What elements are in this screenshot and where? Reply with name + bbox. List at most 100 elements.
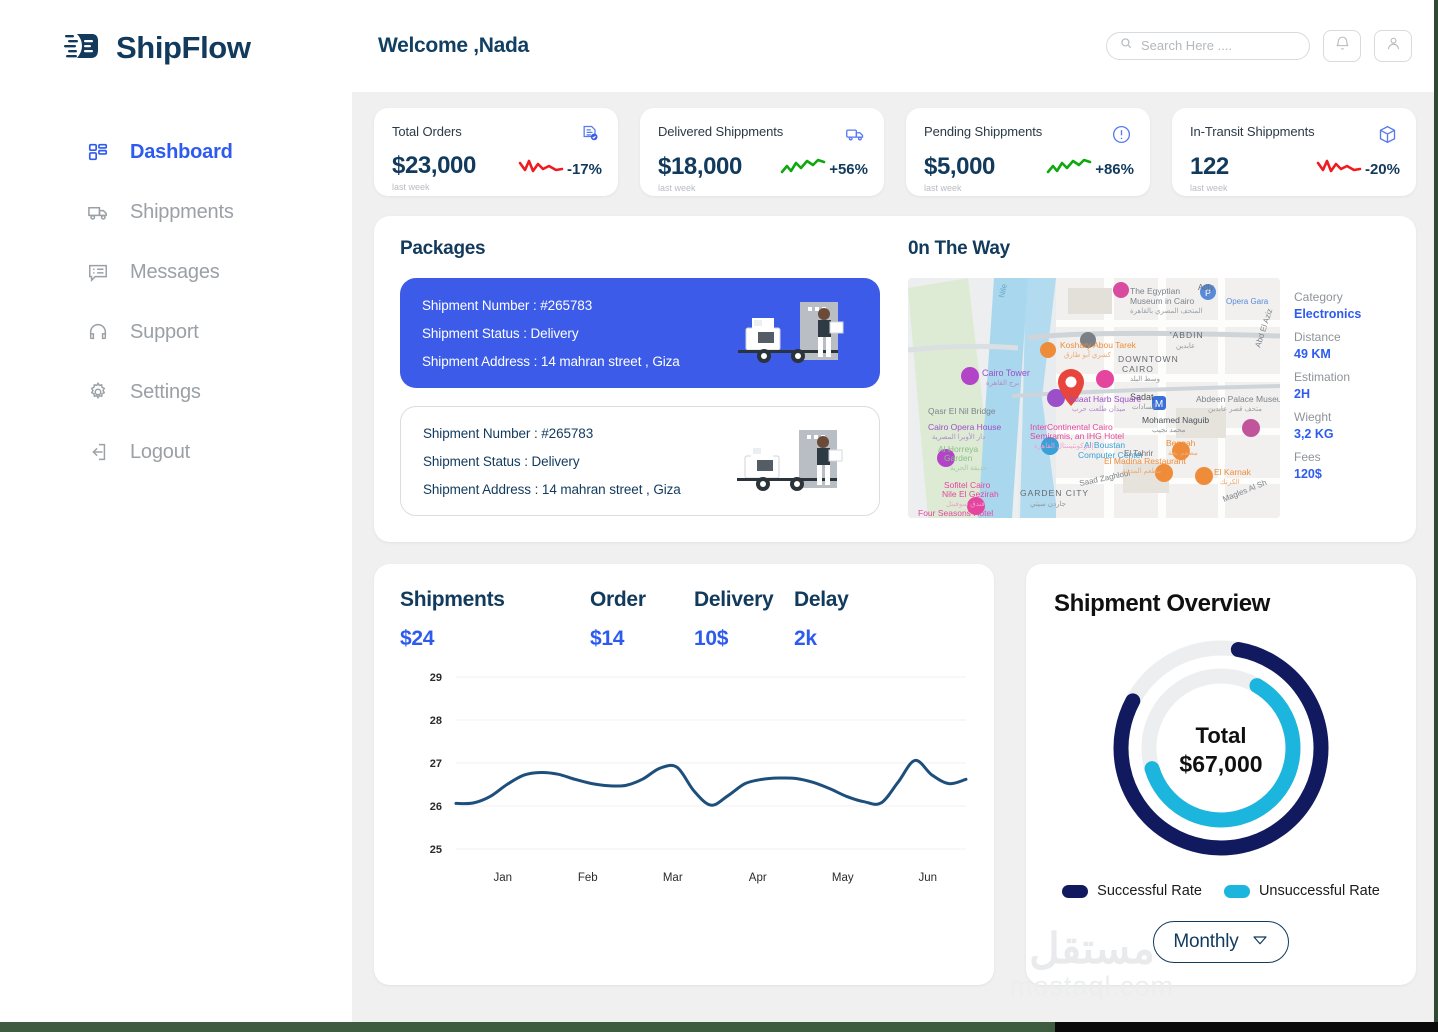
on-the-way-section: 0n The Way [880,238,1390,518]
on-the-way-title: 0n The Way [908,238,1390,260]
svg-text:الكرنك: الكرنك [1220,478,1240,486]
stat-title: Delivered Shippments [658,124,783,139]
bottom-row: Shipments $24 Order $14 Delivery 10$ D [374,564,1416,985]
svg-text:'ABDIN: 'ABDIN [1170,330,1204,340]
period-selected-value: Monthly [1173,931,1238,953]
svg-text:Opera Gara: Opera Gara [1226,297,1269,306]
stat-card-total-orders: Total Orders $23,000 last week [374,108,618,196]
sidebar-nav: Dashboard Shippments [0,122,352,482]
period-dropdown[interactable]: Monthly [1153,921,1289,963]
svg-text:Garden: Garden [944,453,973,463]
packages-title: Packages [400,238,880,260]
grid-icon [86,140,110,164]
svg-text:Mar: Mar [663,872,683,884]
window-right-edge [1434,0,1438,1022]
svg-text:GARDEN CITY: GARDEN CITY [1020,488,1089,498]
brand[interactable]: ShipFlow [0,0,352,68]
svg-text:برج القاهرة: برج القاهرة [986,379,1019,387]
stat-delta: +56% [780,157,868,182]
svg-text:السادات: السادات [1132,403,1156,411]
overview-title: Shipment Overview [1054,590,1270,618]
legend-label: Successful Rate [1097,883,1202,899]
stat-delta-value: +56% [829,161,868,178]
sidebar-item-dashboard[interactable]: Dashboard [0,122,352,182]
legend-swatch [1062,885,1088,898]
sidebar-item-messages[interactable]: Messages [0,242,352,302]
svg-text:Nile El Gezirah: Nile El Gezirah [942,489,999,499]
donut-center-labels: Total $67,000 [1105,632,1337,869]
trend-up-icon [1046,157,1092,182]
svg-text:Adly: Adly [1198,283,1214,292]
sidebar-item-label: Support [130,321,199,344]
package-address: Shipment Address : 14 mahran street , Gi… [422,354,738,369]
app-root: ShipFlow Dashboard [0,0,1438,1032]
notifications-button[interactable] [1323,30,1361,62]
gear-icon [86,380,110,404]
summary-value: 2k [794,627,874,651]
svg-text:28: 28 [430,715,442,727]
sidebar: ShipFlow Dashboard [0,0,352,1032]
package-status: Shipment Status : Delivery [423,454,737,469]
topbar: Welcome ,Nada [352,0,1438,92]
document-check-icon [580,124,600,149]
svg-text:El Karnak: El Karnak [1214,467,1252,477]
sidebar-item-logout[interactable]: Logout [0,422,352,482]
shipment-details-list: Category Electronics Distance 49 KM Esti… [1294,278,1390,518]
user-icon [1385,35,1402,57]
detail-key: Distance [1294,330,1390,344]
svg-text:Mohamed Naguib: Mohamed Naguib [1142,415,1209,425]
alert-circle-icon [1111,124,1132,150]
search-icon [1119,36,1133,55]
trend-down-icon [1316,157,1362,182]
stat-title: In-Transit Shippments [1190,124,1315,139]
summary-label: Order [590,588,694,612]
svg-text:المتحف المصري بالقاهرة: المتحف المصري بالقاهرة [1130,307,1203,315]
main-area: Welcome ,Nada [352,0,1438,1032]
detail-key: Estimation [1294,370,1390,384]
chart-summary: Shipments $24 Order $14 Delivery 10$ D [400,588,976,651]
chat-list-icon [86,260,110,284]
dashboard-content: Total Orders $23,000 last week [352,92,1438,985]
package-address: Shipment Address : 14 mahran street , Gi… [423,482,737,497]
svg-text:ميدان طلعت حرب: ميدان طلعت حرب [1072,405,1126,413]
trend-down-icon [518,157,564,182]
logout-icon [86,440,110,464]
stat-subtitle: last week [392,182,600,192]
svg-text:CAIRO: CAIRO [1122,364,1154,374]
summary-value: 10$ [694,627,794,651]
search-input[interactable] [1141,38,1297,53]
summary-label: Delay [794,588,874,612]
shipments-chart-panel: Shipments $24 Order $14 Delivery 10$ D [374,564,994,985]
svg-text:حديقة الحرية: حديقة الحرية [950,464,987,472]
detail-value: 2H [1294,387,1390,401]
sidebar-item-settings[interactable]: Settings [0,362,352,422]
packages-ontheway-panel: Packages Shipment Number : #265783 Shipm… [374,216,1416,542]
package-card[interactable]: Shipment Number : #265783 Shipment Statu… [400,278,880,388]
package-card[interactable]: Shipment Number : #265783 Shipment Statu… [400,406,880,516]
line-chart: 2526272829JanFebMarAprMayJun [400,667,976,904]
sidebar-item-shippments[interactable]: Shippments [0,182,352,242]
detail-key: Category [1294,290,1390,304]
svg-text:مطعم المدينة: مطعم المدينة [1122,467,1161,475]
shipment-overview-panel: Shipment Overview Total $67,000 Successf… [1026,564,1416,985]
svg-text:25: 25 [430,844,442,856]
stat-card-delivered-shippments: Delivered Shippments $18,000 last week [640,108,884,196]
summary-value: $14 [590,627,694,651]
stat-title: Total Orders [392,124,462,139]
package-status: Shipment Status : Delivery [422,326,738,341]
stat-delta: -20% [1316,157,1400,182]
legend-item-unsuccessful: Unsuccessful Rate [1224,883,1380,899]
sidebar-item-label: Settings [130,381,201,404]
svg-text:29: 29 [430,672,442,684]
route-map[interactable]: P [908,278,1280,518]
svg-text:Four Seasons Hotel: Four Seasons Hotel [918,508,993,518]
donut-chart: Total $67,000 [1105,632,1337,869]
stat-card-pending-shippments: Pending Shippments $5,000 last week [906,108,1150,196]
legend-label: Unsuccessful Rate [1259,883,1380,899]
profile-button[interactable] [1374,30,1412,62]
sidebar-item-support[interactable]: Support [0,302,352,362]
search-box[interactable] [1106,32,1310,60]
package-number: Shipment Number : #265783 [423,426,737,441]
stat-delta-value: -20% [1365,161,1400,178]
truck-icon [845,124,866,150]
